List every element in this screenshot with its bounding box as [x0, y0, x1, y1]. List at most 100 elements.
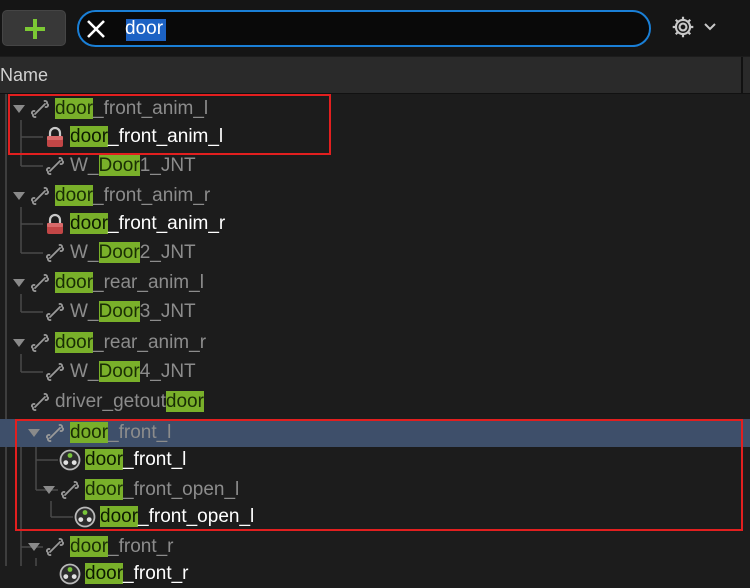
tree-row-label: W_Door1_JNT — [70, 155, 196, 177]
tree-row[interactable]: W_Door4_JNT — [0, 358, 750, 386]
label-prefix: driver_getout — [55, 391, 166, 412]
bone-icon — [43, 535, 67, 559]
lock-icon — [43, 125, 67, 149]
search-box[interactable] — [77, 10, 651, 47]
tree-row[interactable]: W_Door2_JNT — [0, 239, 750, 267]
tree-row[interactable]: door_front_anim_r — [0, 182, 750, 210]
tree-row-label: door_front_l — [85, 449, 186, 471]
label-suffix: _front_r — [108, 536, 174, 557]
bone-icon — [43, 154, 67, 178]
search-match-highlight: Door — [98, 361, 140, 382]
bone-icon — [28, 97, 52, 121]
tree-row[interactable]: W_Door3_JNT — [0, 298, 750, 326]
tree-row-label: door_front_l — [70, 422, 171, 444]
socket-icon — [73, 505, 97, 529]
expand-arrow-icon[interactable] — [27, 540, 41, 554]
search-match-highlight: Door — [98, 155, 140, 176]
lock-icon — [43, 212, 67, 236]
tree-row[interactable]: door_rear_anim_r — [0, 329, 750, 357]
column-name-label[interactable]: Name — [0, 65, 48, 86]
label-suffix: _front_anim_r — [108, 213, 226, 234]
tree-row-label: door_rear_anim_l — [55, 272, 204, 294]
expand-arrow-icon[interactable] — [12, 276, 26, 290]
label-suffix: _front_anim_l — [108, 126, 224, 147]
label-suffix: _front_r — [123, 563, 189, 584]
label-suffix: _front_anim_r — [93, 185, 211, 206]
tree-row[interactable]: door_front_open_l — [0, 503, 750, 531]
expand-arrow-icon[interactable] — [12, 336, 26, 350]
bone-icon — [43, 300, 67, 324]
tree-row-label: door_front_r — [70, 536, 174, 558]
expand-arrow-icon[interactable] — [42, 483, 56, 497]
tree-row[interactable]: door_front_anim_l — [0, 95, 750, 123]
settings-button[interactable] — [670, 14, 720, 42]
tree-row-label: door_rear_anim_r — [55, 332, 206, 354]
column-header: Name — [0, 57, 750, 94]
column-divider[interactable] — [741, 57, 743, 93]
tree-row[interactable]: door_front_anim_l — [0, 123, 750, 151]
tree-row[interactable]: door_front_r — [0, 560, 750, 588]
search-match-highlight: door — [55, 332, 94, 353]
search-match-highlight: Door — [98, 301, 140, 322]
tree-row[interactable]: door_front_anim_r — [0, 210, 750, 238]
tree-row-label: door_front_anim_r — [70, 213, 225, 235]
bone-icon — [43, 421, 67, 445]
tree-row[interactable]: door_front_open_l — [0, 476, 750, 504]
search-input[interactable] — [125, 17, 625, 41]
tree-row[interactable]: door_front_l — [0, 446, 750, 474]
label-suffix: _front_l — [108, 422, 172, 443]
label-prefix: W_ — [70, 242, 99, 263]
expand-arrow-icon[interactable] — [12, 102, 26, 116]
search-match-highlight: door — [55, 185, 94, 206]
label-suffix: _front_l — [123, 449, 187, 470]
search-match-highlight: door — [85, 449, 124, 470]
tree-row-label: door_front_open_l — [100, 506, 254, 528]
tree-row-label: W_Door4_JNT — [70, 361, 196, 383]
bone-icon — [43, 360, 67, 384]
search-match-highlight: door — [85, 479, 124, 500]
tree-row[interactable]: W_Door1_JNT — [0, 152, 750, 180]
plus-icon — [25, 19, 45, 39]
label-suffix: _front_anim_l — [93, 98, 209, 119]
bone-icon — [28, 271, 52, 295]
tree-row-label: door_front_r — [85, 563, 189, 585]
search-match-highlight: door — [55, 272, 94, 293]
search-match-highlight: door — [70, 536, 109, 557]
tree-row[interactable]: driver_getoutdoor — [0, 388, 750, 416]
label-suffix: 3_JNT — [139, 301, 196, 322]
bone-icon — [28, 331, 52, 355]
search-match-highlight: door — [55, 98, 94, 119]
bone-icon — [28, 184, 52, 208]
add-button[interactable] — [2, 10, 66, 46]
expand-arrow-icon[interactable] — [27, 426, 41, 440]
label-suffix: 2_JNT — [139, 242, 196, 263]
label-prefix: W_ — [70, 155, 99, 176]
label-suffix: _rear_anim_l — [93, 272, 204, 293]
tree-row-label: door_front_open_l — [85, 479, 239, 501]
search-match-highlight: door — [70, 422, 109, 443]
label-suffix: 4_JNT — [139, 361, 196, 382]
bone-icon — [28, 390, 52, 414]
tree-row[interactable]: door_rear_anim_l — [0, 269, 750, 297]
label-prefix: W_ — [70, 301, 99, 322]
bone-icon — [43, 241, 67, 265]
tree-row[interactable]: door_front_l — [0, 419, 750, 447]
clear-search-icon[interactable] — [85, 18, 107, 40]
search-match-highlight: door — [70, 126, 109, 147]
tree-row-label: W_Door2_JNT — [70, 242, 196, 264]
label-suffix: _front_open_l — [123, 479, 240, 500]
tree-row[interactable]: door_front_r — [0, 533, 750, 561]
label-suffix: 1_JNT — [139, 155, 196, 176]
bone-icon — [58, 478, 82, 502]
expand-arrow-icon[interactable] — [12, 189, 26, 203]
label-suffix: _rear_anim_r — [93, 332, 207, 353]
